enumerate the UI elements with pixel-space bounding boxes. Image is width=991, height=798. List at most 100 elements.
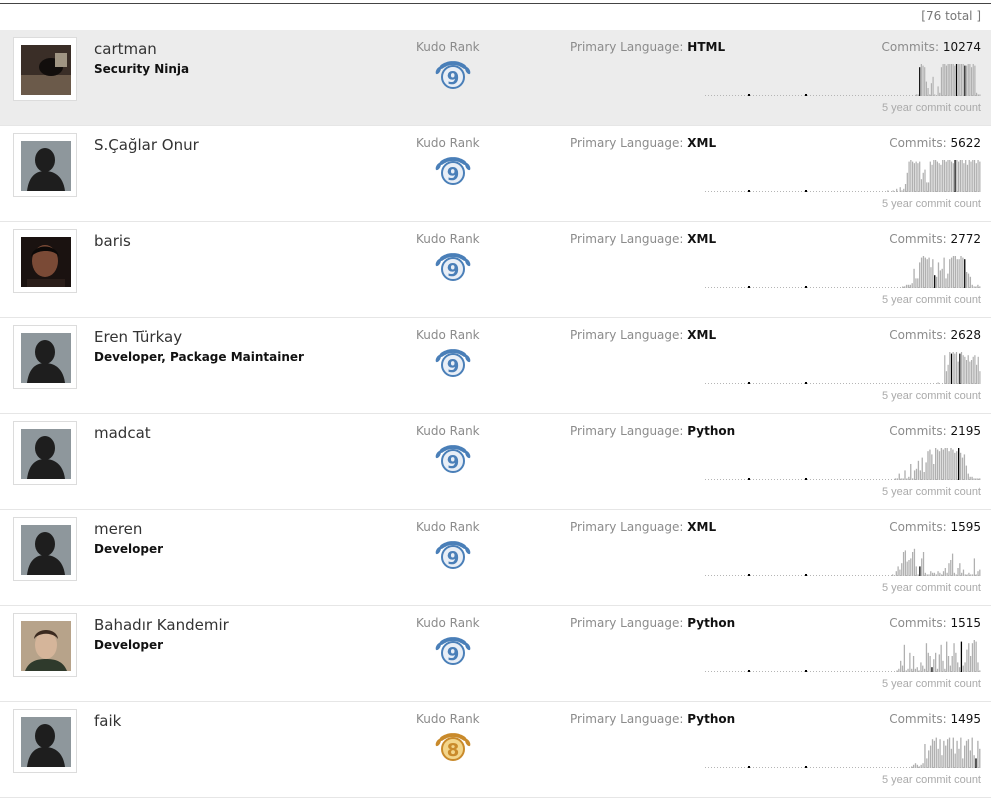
commit-bar <box>971 284 973 288</box>
commit-bar <box>949 64 951 96</box>
commit-bar <box>892 574 894 576</box>
commit-bar <box>916 667 918 672</box>
commit-bar <box>899 569 901 576</box>
avatar[interactable] <box>13 37 77 101</box>
commit-bar <box>972 356 974 384</box>
commits-value: 10274 <box>942 40 981 54</box>
commit-bar <box>922 256 925 288</box>
contributor-row[interactable]: baris Kudo Rank 9 Primary Language: XML Comm… <box>0 222 991 318</box>
commit-bar <box>910 160 912 192</box>
commit-bar <box>954 160 956 192</box>
commit-bar <box>977 571 979 576</box>
kudo-rank-badge-icon[interactable]: 9 <box>431 250 475 290</box>
commit-bar <box>937 748 939 768</box>
kudo-rank-badge-icon[interactable]: 8 <box>431 730 475 770</box>
contributor-row[interactable]: Eren Türkay Developer, Package Maintainer… <box>0 318 991 414</box>
contributor-row[interactable]: cartman Security Ninja Kudo Rank 9 Primary L… <box>0 30 991 126</box>
commit-bar <box>928 257 930 288</box>
contributor-name[interactable]: baris <box>94 232 131 250</box>
commit-bar <box>923 472 925 480</box>
sparkline-caption: 5 year commit count <box>881 774 981 786</box>
commit-bar <box>924 744 926 768</box>
contributor-row[interactable]: meren Developer Kudo Rank 9 Primary Language… <box>0 510 991 606</box>
commit-bar <box>940 164 942 192</box>
commit-bar <box>917 460 920 480</box>
contributor-name[interactable]: madcat <box>94 424 151 442</box>
commit-bar <box>972 160 974 192</box>
commits-label: Commits: <box>889 616 947 630</box>
commit-bar <box>949 352 951 384</box>
commit-bar <box>950 448 952 480</box>
commit-bar <box>977 478 979 480</box>
contributor-row[interactable]: Bahadır Kandemir Developer Kudo Rank 9 Prima… <box>0 606 991 702</box>
commit-bar <box>975 92 978 96</box>
commits-value: 1495 <box>950 712 981 726</box>
commit-bar <box>920 257 923 288</box>
commit-bar <box>952 737 954 768</box>
avatar[interactable] <box>13 709 77 773</box>
commit-bar <box>962 665 964 672</box>
commit-bar <box>975 641 977 672</box>
commit-bar <box>968 160 970 192</box>
commit-bar <box>944 568 946 576</box>
contributor-name[interactable]: cartman <box>94 40 157 58</box>
commit-bar <box>905 284 908 288</box>
kudo-rank-badge-icon[interactable]: 9 <box>431 634 475 674</box>
commit-bar <box>952 352 954 384</box>
commit-bar <box>962 257 964 288</box>
commit-bar <box>919 566 921 576</box>
commit-bar <box>919 262 921 288</box>
contributor-name[interactable]: S.Çağlar Onur <box>94 136 199 154</box>
avatar[interactable] <box>13 613 77 677</box>
avatar[interactable] <box>13 421 77 485</box>
commits-value: 2628 <box>950 328 981 342</box>
commit-bar <box>903 644 906 672</box>
commit-bar <box>942 660 944 672</box>
avatar[interactable] <box>13 229 77 293</box>
avatar[interactable] <box>13 133 77 197</box>
avatar[interactable] <box>13 517 77 581</box>
commit-bar <box>927 652 929 672</box>
contributor-role: Developer <box>94 542 164 556</box>
commit-bar <box>973 478 975 480</box>
commit-bar <box>951 656 953 672</box>
contributor-name[interactable]: Bahadır Kandemir <box>94 616 229 634</box>
contributor-row[interactable]: madcat Kudo Rank 9 Primary Language: Python… <box>0 414 991 510</box>
primary-language-label: Primary Language: <box>570 232 684 246</box>
top-divider <box>0 3 991 4</box>
kudo-rank-badge-icon[interactable]: 9 <box>431 154 475 194</box>
commit-bar <box>965 65 968 96</box>
commit-bar <box>900 478 902 480</box>
kudo-rank-badge-icon[interactable]: 9 <box>431 538 475 578</box>
commit-bar <box>901 665 904 672</box>
kudo-rank-badge-icon[interactable]: 9 <box>431 58 475 98</box>
commit-bar <box>911 766 913 768</box>
commit-bar <box>933 659 935 672</box>
commit-bar <box>962 758 964 768</box>
commit-bar <box>961 457 964 480</box>
commit-bar <box>919 67 921 96</box>
commit-bar <box>961 160 963 192</box>
primary-language: Primary Language: Python <box>570 424 735 438</box>
commit-bar <box>954 753 956 768</box>
kudo-rank-badge-icon[interactable]: 9 <box>431 346 475 386</box>
contributor-name[interactable]: Eren Türkay <box>94 328 182 346</box>
commit-total: Commits: 1595 <box>889 520 981 534</box>
commit-bar <box>958 161 960 192</box>
commit-bar <box>977 94 979 96</box>
avatar[interactable] <box>13 325 77 389</box>
commit-bar <box>945 371 948 384</box>
commit-bar <box>935 160 937 192</box>
commit-bar <box>904 550 907 576</box>
kudo-rank-label: Kudo Rank <box>416 424 480 438</box>
kudo-rank-badge-icon[interactable]: 9 <box>431 442 475 482</box>
commit-bar <box>920 179 923 192</box>
contributor-row[interactable]: faik Kudo Rank 8 Primary Language: Python Co… <box>0 702 991 798</box>
commit-bar <box>969 361 971 384</box>
commit-bar <box>925 81 927 96</box>
commit-bar <box>896 670 898 672</box>
contributor-name[interactable]: meren <box>94 520 142 538</box>
commit-bar <box>979 161 981 192</box>
contributor-name[interactable]: faik <box>94 712 121 730</box>
contributor-row[interactable]: S.Çağlar Onur Kudo Rank 9 Primary Language:… <box>0 126 991 222</box>
